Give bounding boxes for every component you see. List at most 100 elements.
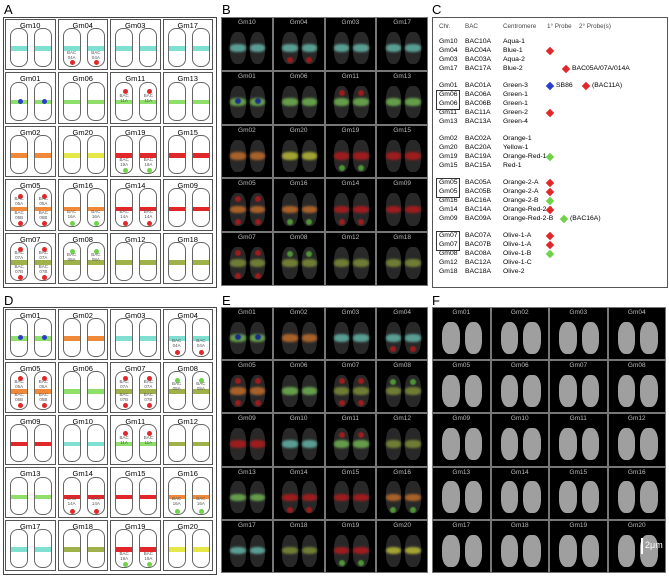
chromosome-label: Gm16 [289, 180, 308, 188]
chromatid-signal [559, 321, 577, 354]
chromosome-cell-gm18: Gm18 [57, 520, 108, 571]
centromere-signal [405, 493, 421, 502]
micro-cell-gm12: Gm12 [376, 413, 428, 467]
chromosome-label: Gm04 [393, 309, 411, 316]
cell-centromere: Olive-2 [503, 268, 525, 275]
bac-label: BAC 19A [119, 156, 129, 167]
chromosome-label: Gm13 [238, 468, 256, 476]
chromosome-label: Gm13 [393, 72, 411, 80]
micro-cell-gm02: Gm02 [221, 124, 273, 179]
centromere-band [63, 388, 80, 394]
cell-bac: BAC08A [465, 250, 492, 257]
micro-cell-gm18: Gm18 [376, 232, 428, 286]
cell-bac: BAC17A [465, 65, 492, 72]
cell-bac: BAC04A [465, 47, 492, 54]
chromosome-label: Gm20 [627, 521, 646, 529]
chromatid-left [62, 529, 81, 568]
chromatid-signal [640, 428, 658, 461]
chromatid-signal [523, 428, 541, 461]
chromatid-signal [385, 321, 402, 354]
probe-signal [358, 377, 365, 384]
chromatid-signal [333, 247, 350, 280]
chromatid-left: BAC 08A [62, 241, 81, 281]
centromere-signal [385, 44, 402, 52]
probe1-marker [545, 187, 555, 197]
panel-letter-b: B [222, 2, 231, 17]
centromere-band [63, 336, 80, 341]
chromatid-signal [500, 481, 519, 514]
micro-cell-gm18: Gm18 [490, 519, 549, 573]
chromosome-cell-gm20: Gm20 [162, 520, 213, 571]
probe-signal [306, 56, 313, 63]
chromatid-signal [301, 321, 318, 354]
cell-centromere: Red-1 [503, 162, 522, 169]
chromatid-signal [617, 481, 636, 514]
chromatid-signal [353, 481, 369, 514]
centromere-signal [353, 98, 369, 106]
chromatid-signal [333, 321, 350, 354]
bac-label: BAC 11A [143, 435, 153, 446]
centromere-signal [353, 440, 369, 448]
micrograph-panel-e: Gm01 Gm02 Gm03 Gm04 Gm05 Gm06 Gm07 Gm08 Gm09 Gm10… [221, 307, 428, 573]
chromatid-right [139, 476, 158, 516]
chromosome-cell-gm18: Gm18 [162, 232, 213, 284]
probe-signal [338, 377, 345, 384]
probe-signal [254, 98, 261, 105]
chromosome-label: Gm07 [238, 234, 256, 242]
probe-signal [235, 218, 242, 225]
chromosome-label: Gm05 [238, 180, 256, 188]
chromatid-right [86, 81, 105, 121]
probe-signal [146, 221, 152, 227]
chromatid-left: BAC 05A BAC 05B [10, 370, 29, 410]
panel-letter-d: D [4, 293, 14, 308]
chromatid-signal [353, 139, 369, 172]
centromere-signal [405, 259, 421, 268]
probe-signal [235, 377, 242, 384]
micro-cell-gm03: Gm03 [324, 307, 377, 361]
bac-label: BAC 07A [119, 378, 129, 389]
chromatid-left: BAC 07A BAC 07B [10, 241, 29, 281]
centromere-band [63, 153, 80, 158]
chromosome-cell-gm12: Gm12 [162, 414, 213, 466]
centromere-signal [230, 387, 246, 395]
probe1-marker [545, 249, 555, 259]
chromatid-left: BAC 11A [115, 81, 134, 121]
centromere-band [168, 46, 185, 52]
centromere-band [116, 46, 133, 52]
probe-signal [235, 249, 242, 256]
chromosome-label: Gm12 [627, 415, 646, 423]
chromosome-cell-gm16: Gm16 BAC 16A BAC 16A [162, 467, 213, 519]
probe-signal [286, 251, 293, 258]
chromatid-signal [282, 85, 298, 119]
cell-chr: Gm03 [439, 56, 458, 63]
probe-signal [390, 379, 397, 386]
micro-cell-gm03: Gm03 [324, 17, 377, 71]
schematic-panel-d: Gm01 Gm02 Gm03 Gm04 BAC 04A BAC 04A Gm05 BAC 05… [3, 307, 217, 575]
chromatid-signal [405, 481, 421, 514]
chromosome-cell-gm15: Gm15 [162, 125, 213, 178]
chromatid-signal [464, 428, 483, 461]
bac-label: BAC 07A [143, 378, 153, 389]
chromatid-left [167, 241, 186, 281]
centromere-signal [301, 205, 318, 214]
probe-signal [41, 403, 47, 409]
centromere-band [87, 336, 104, 341]
cell-chr: Gm16 [439, 197, 458, 204]
centromere-signal [333, 259, 350, 268]
probe-signal [122, 403, 128, 409]
centromere-signal [282, 98, 298, 106]
chromosome-label: Gm15 [393, 126, 411, 134]
centromere-band [63, 547, 80, 552]
centromere-signal [301, 98, 318, 106]
chromatid-signal [405, 193, 421, 226]
chromatid-signal [523, 321, 541, 354]
chromosome-cell-gm01: Gm01 [5, 72, 56, 124]
chromatid-signal [249, 375, 266, 407]
cell-centromere: Aqua-1 [503, 38, 525, 45]
chromatid-left: BAC 16A [62, 188, 81, 228]
chromosome-label: Gm02 [289, 309, 308, 316]
cell-centromere: Olive-1-A [503, 232, 532, 239]
chromatid-signal [230, 31, 246, 65]
centromere-band [11, 46, 28, 52]
centromere-signal [353, 333, 369, 342]
